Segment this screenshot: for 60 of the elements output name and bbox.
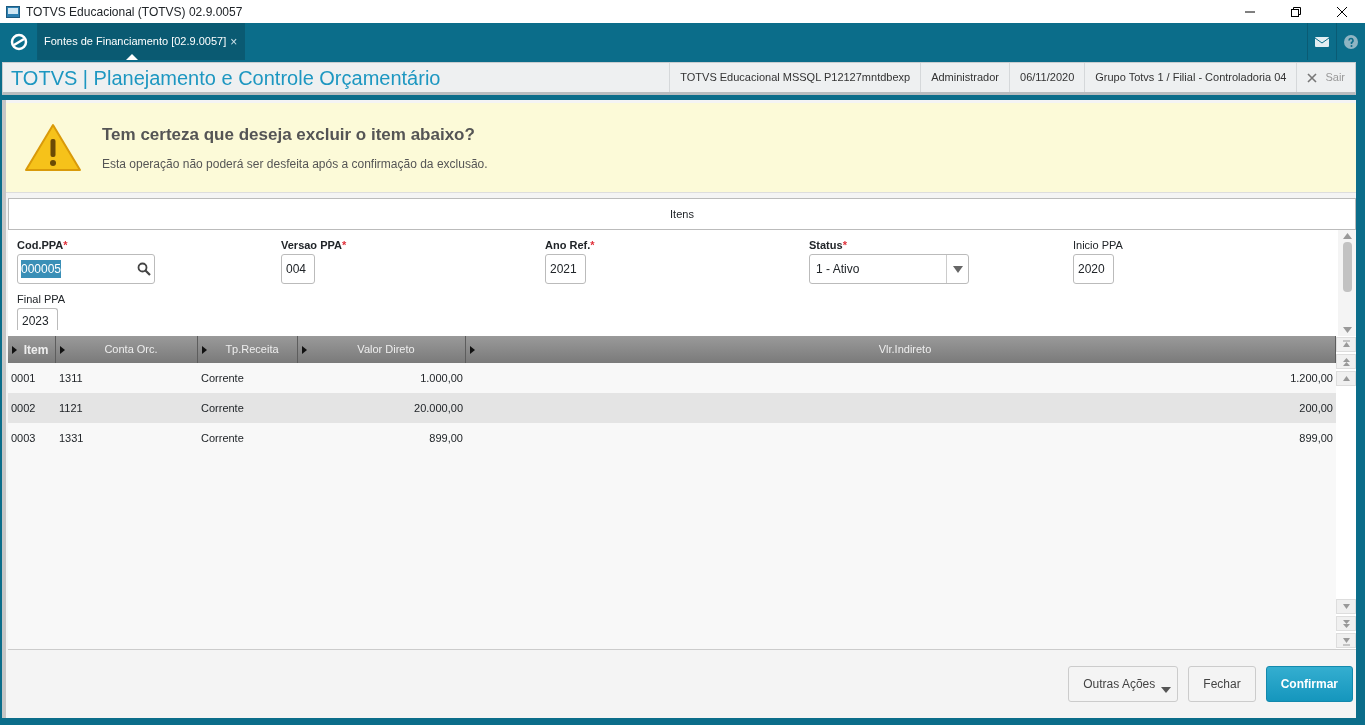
table-cell-text: Corrente xyxy=(200,400,245,416)
scroll-up-icon[interactable] xyxy=(1342,233,1352,239)
sort-arrow-icon[interactable] xyxy=(60,345,65,354)
table-cell-text: 0002 xyxy=(10,400,37,416)
table-cell-text: 899,00 xyxy=(1298,430,1334,446)
close-icon[interactable] xyxy=(1336,5,1348,18)
field-label: Final PPA xyxy=(17,293,66,306)
sort-arrow-icon[interactable] xyxy=(12,345,17,354)
field-label: Status* xyxy=(809,239,847,252)
table-cell-text: 20.000,00 xyxy=(413,400,464,416)
tab[interactable]: Fontes de Financiamento [02.9.0057] × xyxy=(38,23,246,60)
warning-title: Tem certeza que deseja excluir o item abaixo? xyxy=(102,123,476,146)
scroll-down-icon[interactable] xyxy=(1342,327,1352,333)
field-label: Ano Ref.* xyxy=(545,239,595,252)
sort-arrow-icon[interactable] xyxy=(302,345,307,354)
table-cell-text: 0003 xyxy=(10,430,37,446)
app-title: TOTVS | Planejamento e Controle Orçamentário xyxy=(10,65,441,91)
table-cell-text: Corrente xyxy=(200,430,245,446)
scrollbar-thumb[interactable] xyxy=(1342,242,1352,292)
table-cell-text: 1.000,00 xyxy=(419,370,464,386)
app-icon xyxy=(6,5,20,18)
table-cell-text: 200,00 xyxy=(1298,400,1334,416)
dropdown-icon[interactable] xyxy=(952,265,963,273)
sort-arrow-icon[interactable] xyxy=(202,345,207,354)
caret-icon[interactable] xyxy=(1161,687,1172,693)
input-field[interactable]: 2023 xyxy=(17,308,58,330)
header-info: TOTVS Educacional MSSQL P12127mntdbexp xyxy=(669,63,921,92)
close-tab-button[interactable]: × xyxy=(230,32,238,51)
mail-icon[interactable] xyxy=(1315,36,1329,47)
restore-icon[interactable] xyxy=(1290,5,1302,18)
input-field[interactable]: 004 xyxy=(281,254,316,284)
close-icon xyxy=(1307,72,1318,83)
field-label: Inicio PPA xyxy=(1073,239,1123,252)
header-info: Administrador xyxy=(920,63,1009,92)
tab-label[interactable]: Fontes de Financiamento [02.9.0057] xyxy=(44,33,227,50)
input-field[interactable]: 2020 xyxy=(1073,254,1114,284)
close-button[interactable]: Fechar xyxy=(1188,666,1256,702)
table-cell-text: Corrente xyxy=(200,370,245,386)
warning-icon xyxy=(24,122,82,173)
warning-message: Esta operação não poderá ser desfeita após a confirmação da exclusão. xyxy=(102,156,488,174)
input-field[interactable]: 1 - Ativo xyxy=(809,254,969,284)
header-info: Grupo Totvs 1 / Filial - Controladoria 04 xyxy=(1084,63,1297,92)
logo-icon xyxy=(9,32,28,51)
header-info: 06/11/2020 xyxy=(1009,63,1085,92)
table-cell-text: 1121 xyxy=(58,400,84,416)
help-icon[interactable] xyxy=(1344,34,1358,49)
field-label: Versao PPA* xyxy=(281,239,347,252)
sort-arrow-icon[interactable] xyxy=(470,345,475,354)
section-title: Itens xyxy=(8,198,1356,230)
input-field[interactable]: 2021 xyxy=(545,254,586,284)
table-cell-text: 1311 xyxy=(58,370,84,386)
table-cell-text: 899,00 xyxy=(428,430,464,446)
input-field[interactable]: 000005 xyxy=(17,254,155,284)
table-cell-text: 1.200,00 xyxy=(1289,370,1334,386)
more-actions-button[interactable]: Outras Ações xyxy=(1068,666,1179,702)
field-label: Cod.PPA* xyxy=(17,239,68,252)
window-title: TOTVS Educacional (TOTVS) 02.9.0057 xyxy=(26,3,243,21)
search-icon[interactable] xyxy=(137,262,151,276)
table-cell-text: 1331 xyxy=(58,430,85,446)
table-cell-text: 0001 xyxy=(10,370,37,386)
